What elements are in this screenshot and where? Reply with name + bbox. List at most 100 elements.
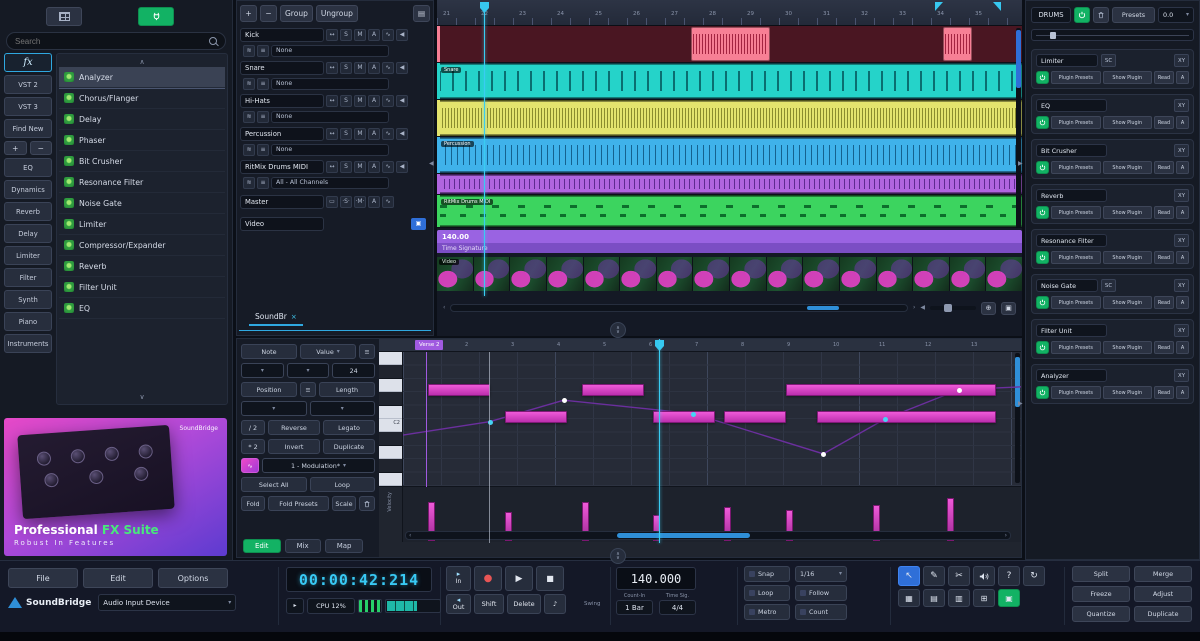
- count-toggle[interactable]: Count: [795, 604, 847, 620]
- midi-clip[interactable]: RitMix Drums MIDI: [437, 196, 1022, 226]
- a-button[interactable]: A: [1176, 71, 1189, 84]
- sends-icon[interactable]: ≋: [243, 45, 255, 57]
- category-vst-2[interactable]: VST 2: [4, 75, 52, 94]
- video-thumbnail[interactable]: [510, 257, 546, 291]
- audio-clip[interactable]: [437, 101, 1022, 135]
- category-find-new[interactable]: Find New: [4, 119, 52, 138]
- merge-button[interactable]: Merge: [1134, 566, 1192, 582]
- mute-button[interactable]: M: [354, 95, 366, 107]
- sidechain-button[interactable]: SC: [1101, 54, 1116, 67]
- input-icon[interactable]: ◀: [396, 95, 408, 107]
- loop-end-icon[interactable]: [993, 2, 1001, 11]
- mute-button[interactable]: M: [354, 29, 366, 41]
- select-all-button[interactable]: Select All: [241, 477, 307, 492]
- white-key[interactable]: [379, 406, 402, 419]
- delete-notes-button[interactable]: [359, 496, 375, 511]
- stretch-icon[interactable]: ↔: [326, 29, 338, 41]
- power-button[interactable]: [1036, 116, 1049, 129]
- playhead-line[interactable]: [659, 339, 660, 543]
- panel-icon[interactable]: ▭: [326, 196, 338, 208]
- editor-tab-edit[interactable]: Edit: [243, 539, 281, 553]
- scroll-left-icon[interactable]: ‹: [409, 533, 411, 539]
- editor-tab-mix[interactable]: Mix: [285, 539, 321, 553]
- audio-clip[interactable]: [691, 27, 770, 61]
- show-plugin-button[interactable]: Show Plugin: [1103, 341, 1153, 354]
- plugin-presets-button[interactable]: Plugin Presets: [1051, 296, 1101, 309]
- sends-icon[interactable]: ≋: [243, 111, 255, 123]
- xy-pad-button[interactable]: XY: [1174, 324, 1189, 337]
- wave-icon[interactable]: ∿: [382, 196, 394, 208]
- pad-tool[interactable]: ▣: [998, 589, 1020, 607]
- routing-menu-icon[interactable]: ≡: [257, 111, 269, 123]
- automation-button[interactable]: A: [368, 95, 380, 107]
- a-button[interactable]: A: [1176, 251, 1189, 264]
- read-button[interactable]: Read: [1154, 296, 1174, 309]
- time-sig-select[interactable]: 4/4: [659, 600, 696, 615]
- plugin-item-resonance-filter[interactable]: Resonance Filter: [59, 172, 225, 193]
- editor-menu-button[interactable]: ≡: [359, 344, 375, 359]
- gain-select[interactable]: 0.0▾: [1158, 7, 1194, 23]
- punch-out-button[interactable]: ◂Out: [446, 594, 471, 614]
- track-name[interactable]: Hi-Hats: [240, 94, 324, 108]
- white-key[interactable]: [379, 446, 402, 459]
- power-button[interactable]: [1036, 341, 1049, 354]
- read-button[interactable]: Read: [1154, 386, 1174, 399]
- ungroup-button[interactable]: Ungroup: [316, 5, 358, 22]
- read-button[interactable]: Read: [1154, 116, 1174, 129]
- plugin-item-analyzer[interactable]: Analyzer: [59, 67, 225, 88]
- clear-chain-button[interactable]: [1093, 7, 1109, 23]
- shift-button[interactable]: Shift: [474, 594, 504, 614]
- track-input-select[interactable]: All - All Channels: [271, 177, 389, 189]
- remove-category-button[interactable]: −: [30, 141, 53, 155]
- stretch-icon[interactable]: ↔: [326, 161, 338, 173]
- fold-button[interactable]: Fold: [241, 496, 265, 511]
- collapse-right-icon[interactable]: ▶: [1018, 400, 1023, 407]
- split-tool[interactable]: ✂: [948, 566, 970, 586]
- track-name[interactable]: RitMix Drums MIDI: [240, 160, 324, 174]
- fx-slot-name[interactable]: Analyzer: [1036, 369, 1107, 382]
- duplicate-button[interactable]: Duplicate: [323, 439, 375, 454]
- collapse-left-icon[interactable]: ◀: [429, 160, 434, 167]
- freeze-button[interactable]: Freeze: [1072, 586, 1130, 602]
- adjust-button[interactable]: Adjust: [1134, 586, 1192, 602]
- show-plugin-button[interactable]: Show Plugin: [1103, 296, 1153, 309]
- legato-button[interactable]: Legato: [323, 420, 375, 435]
- loop-tool[interactable]: ↻: [1023, 566, 1045, 586]
- show-plugin-button[interactable]: Show Plugin: [1103, 116, 1153, 129]
- category-synth[interactable]: Synth: [4, 290, 52, 309]
- help-tool[interactable]: ?: [998, 566, 1020, 586]
- track-name[interactable]: Percussion: [240, 127, 324, 141]
- category-piano[interactable]: Piano: [4, 312, 52, 331]
- audio-clip[interactable]: [437, 175, 1022, 193]
- midi-note[interactable]: [582, 384, 644, 396]
- channel-name[interactable]: DRUMS: [1031, 7, 1071, 23]
- category-filter[interactable]: Filter: [4, 268, 52, 287]
- a-button[interactable]: A: [1176, 296, 1189, 309]
- stretch-icon[interactable]: ↔: [326, 95, 338, 107]
- horizontal-scrollbar[interactable]: [450, 304, 908, 312]
- count-in-select[interactable]: 1 Bar: [616, 600, 653, 615]
- white-key[interactable]: C2: [379, 419, 402, 432]
- video-lane[interactable]: Video: [437, 257, 1022, 291]
- plugin-presets-button[interactable]: Plugin Presets: [1051, 116, 1101, 129]
- channel-fader[interactable]: [1031, 29, 1194, 41]
- wave-icon[interactable]: ∿: [382, 29, 394, 41]
- scroll-left-icon[interactable]: ‹: [443, 305, 445, 311]
- automation-button[interactable]: A: [368, 62, 380, 74]
- track-input-select[interactable]: None: [271, 45, 389, 57]
- mute-button[interactable]: ·M·: [354, 196, 366, 208]
- scrollbar-thumb[interactable]: [617, 533, 750, 538]
- white-key[interactable]: [379, 352, 402, 365]
- scroll-down-icon[interactable]: ∨: [59, 391, 225, 402]
- plugin-presets-button[interactable]: Plugin Presets: [1051, 341, 1101, 354]
- octave-select[interactable]: ▾: [287, 363, 330, 378]
- xy-pad-button[interactable]: XY: [1174, 99, 1189, 112]
- input-icon[interactable]: ◀: [396, 161, 408, 173]
- audition-tool[interactable]: [973, 566, 995, 586]
- power-button[interactable]: [1036, 251, 1049, 264]
- scale-button[interactable]: Scale: [332, 496, 356, 511]
- read-button[interactable]: Read: [1154, 71, 1174, 84]
- routing-menu-icon[interactable]: ≡: [257, 78, 269, 90]
- scrollbar-thumb[interactable]: [1016, 30, 1021, 88]
- panel-splitter[interactable]: ∧∨: [610, 322, 626, 338]
